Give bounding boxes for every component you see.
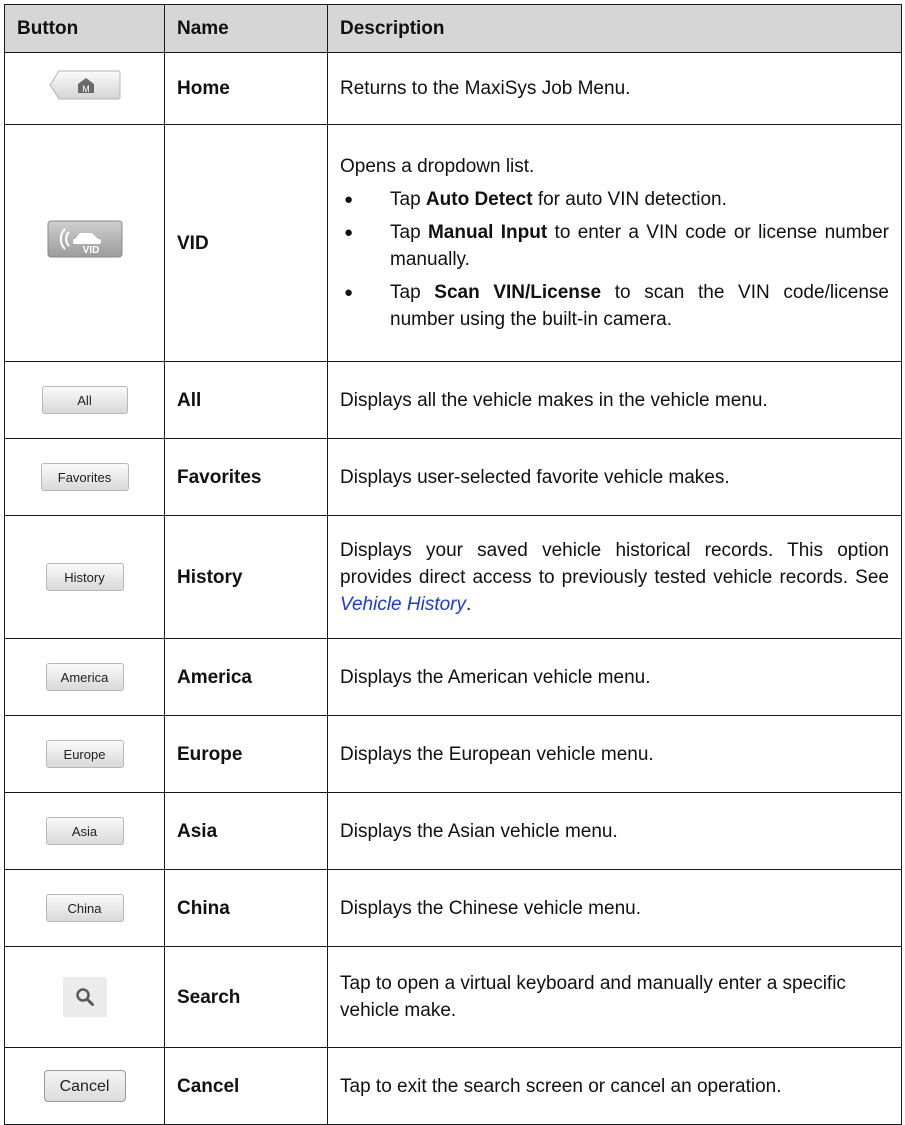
- name-home: Home: [164, 52, 328, 125]
- table-row-china: China China Displays the Chinese vehicle…: [4, 869, 902, 947]
- table-row-cancel: Cancel Cancel Tap to exit the search scr…: [4, 1047, 902, 1125]
- name-history: History: [164, 515, 328, 639]
- list-item: ● Tap Manual Input to enter a VIN code or…: [340, 219, 889, 273]
- america-button[interactable]: America: [45, 663, 124, 692]
- desc-america: Displays the American vehicle menu.: [327, 638, 902, 716]
- home-m-icon[interactable]: M: [48, 70, 121, 100]
- name-america: America: [164, 638, 328, 716]
- header-button: Button: [4, 4, 165, 53]
- favorites-button[interactable]: Favorites: [40, 463, 129, 492]
- all-button[interactable]: All: [41, 386, 128, 415]
- desc-favorites: Displays user-selected favorite vehicle …: [327, 438, 902, 516]
- desc-asia: Displays the Asian vehicle menu.: [327, 792, 902, 870]
- name-cancel: Cancel: [164, 1047, 328, 1125]
- desc-china: Displays the Chinese vehicle menu.: [327, 869, 902, 947]
- china-button[interactable]: China: [45, 894, 124, 923]
- desc-vid: Opens a dropdown list. ● Tap Auto Detect …: [327, 124, 902, 362]
- table-row-asia: Asia Asia Displays the Asian vehicle men…: [4, 792, 902, 870]
- bullet-icon: ●: [344, 224, 354, 241]
- vid-car-icon[interactable]: VID: [47, 220, 123, 258]
- name-europe: Europe: [164, 715, 328, 793]
- name-china: China: [164, 869, 328, 947]
- desc-all: Displays all the vehicle makes in the ve…: [327, 361, 902, 439]
- table-header-row: Button Name Description: [4, 4, 902, 53]
- table-row-vid: VID VID Opens a dropdown list. ● Tap Auto…: [4, 124, 902, 362]
- bullet-icon: ●: [344, 191, 354, 208]
- table-row-europe: Europe Europe Displays the European vehi…: [4, 715, 902, 793]
- europe-button[interactable]: Europe: [45, 740, 124, 769]
- table-row-history: History History Displays your saved vehi…: [4, 515, 902, 639]
- table-row-all: All All Displays all the vehicle makes i…: [4, 361, 902, 439]
- desc-history: Displays your saved vehicle historical r…: [327, 515, 902, 639]
- vehicle-history-link[interactable]: Vehicle History: [340, 594, 466, 615]
- svg-text:VID: VID: [82, 245, 99, 256]
- vid-intro: Opens a dropdown list.: [340, 156, 535, 177]
- cancel-button[interactable]: Cancel: [43, 1070, 126, 1102]
- list-item: ● Tap Scan VIN/License to scan the VIN co…: [340, 279, 889, 333]
- name-asia: Asia: [164, 792, 328, 870]
- desc-home: Returns to the MaxiSys Job Menu.: [327, 52, 902, 125]
- history-button[interactable]: History: [45, 563, 124, 592]
- table-row-search: Search Tap to open a virtual keyboard an…: [4, 946, 902, 1048]
- vid-options-list: ● Tap Auto Detect for auto VIN detection.…: [340, 186, 889, 333]
- name-all: All: [164, 361, 328, 439]
- asia-button[interactable]: Asia: [45, 817, 124, 846]
- desc-europe: Displays the European vehicle menu.: [327, 715, 902, 793]
- svg-text:M: M: [82, 84, 90, 94]
- table-row-home: M Home Returns to the MaxiSys Job Menu.: [4, 52, 902, 125]
- name-favorites: Favorites: [164, 438, 328, 516]
- name-vid: VID: [164, 124, 328, 362]
- list-item: ● Tap Auto Detect for auto VIN detection.: [340, 186, 889, 213]
- desc-cancel: Tap to exit the search screen or cancel …: [327, 1047, 902, 1125]
- desc-search: Tap to open a virtual keyboard and manua…: [327, 946, 902, 1048]
- table-row-america: America America Displays the American ve…: [4, 638, 902, 716]
- table-row-favorites: Favorites Favorites Displays user-select…: [4, 438, 902, 516]
- button-reference-table: Button Name Description M Home Returns t…: [4, 4, 902, 1125]
- search-icon[interactable]: [62, 977, 107, 1017]
- bullet-icon: ●: [344, 284, 354, 301]
- header-name: Name: [164, 4, 328, 53]
- name-search: Search: [164, 946, 328, 1048]
- header-description: Description: [327, 4, 902, 53]
